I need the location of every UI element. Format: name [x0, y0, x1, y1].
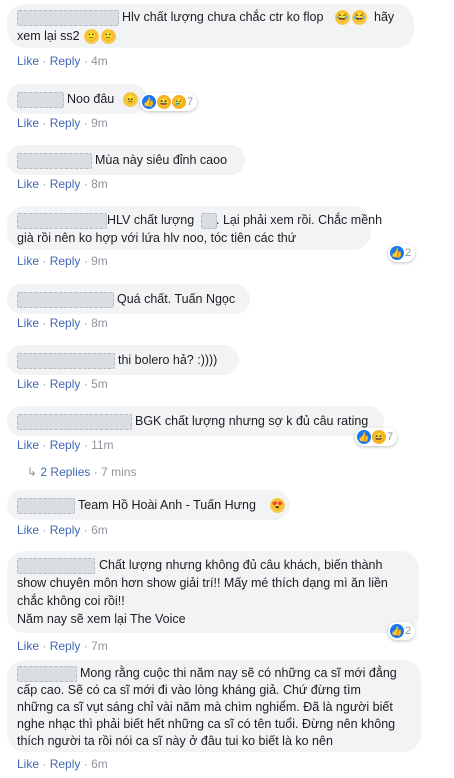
- reaction-count: 2: [405, 625, 412, 637]
- comment-text: thích người ta rồi nói ca sĩ này ở đâu t…: [17, 734, 333, 748]
- timestamp[interactable]: 4m: [91, 54, 108, 68]
- timestamp[interactable]: 6m: [91, 523, 108, 537]
- comment-text: BGK chất lượng nhưng sợ k đủ câu rating: [135, 414, 369, 428]
- redacted-author: [17, 292, 114, 308]
- smiling-emoji: 🙂: [101, 29, 116, 44]
- reaction-summary[interactable]: 👍 2: [388, 622, 416, 640]
- redacted-author: [17, 92, 64, 108]
- comment-text: Quá chất. Tuấn Ngọc: [117, 292, 236, 306]
- like-link[interactable]: Like: [17, 254, 39, 268]
- redacted-author: [17, 414, 132, 430]
- comment-text: chắc không coi rồi!!: [17, 594, 125, 608]
- redacted-author: [17, 153, 92, 169]
- timestamp[interactable]: 8m: [91, 316, 108, 330]
- comment-text: Noo đâu: [67, 92, 115, 106]
- like-link[interactable]: Like: [17, 316, 39, 330]
- comment-actions: Like · Reply · 5m: [17, 377, 108, 391]
- timestamp[interactable]: 6m: [91, 757, 108, 771]
- comment-text: HLV chất lượng: [107, 213, 195, 227]
- comment-text: Mùa này siêu đỉnh caoo: [95, 153, 228, 167]
- redacted-author: [17, 10, 119, 26]
- like-link[interactable]: Like: [17, 523, 39, 537]
- reply-link[interactable]: Reply: [50, 377, 81, 391]
- reaction-count: 2: [405, 247, 412, 259]
- view-replies-link[interactable]: ↳ 2 Replies · 7 mins: [27, 465, 136, 479]
- comment-text: Hlv chất lượng chưa chắc ctr ko flop: [122, 10, 324, 24]
- like-reaction-icon: 👍: [390, 246, 404, 260]
- redacted-word: [201, 213, 217, 229]
- comment-text: xem lại ss2: [17, 29, 80, 43]
- comment-text: những ca sĩ vụt sáng chỉ vài năm mà chìm…: [17, 700, 393, 714]
- haha-reaction-icon: 😆: [157, 95, 171, 109]
- comment-text: hãy: [374, 10, 395, 24]
- reply-link[interactable]: Reply: [50, 757, 81, 771]
- reaction-count: 7: [387, 431, 394, 443]
- reaction-summary[interactable]: 👍 2: [388, 244, 416, 262]
- replies-count[interactable]: 2 Replies: [40, 465, 90, 479]
- like-link[interactable]: Like: [17, 54, 39, 68]
- comment-text: Chất lượng nhưng không đủ câu khách, biế…: [99, 558, 383, 572]
- laughing-emoji: 😂: [352, 10, 367, 25]
- redacted-author: [17, 213, 107, 229]
- like-reaction-icon: 👍: [142, 95, 156, 109]
- comment-actions: Like · Reply · 8m: [17, 177, 108, 191]
- reply-link[interactable]: Reply: [50, 116, 81, 130]
- reply-link[interactable]: Reply: [50, 438, 81, 452]
- comment-text: Team Hồ Hoài Anh - Tuấn Hưng: [78, 498, 256, 512]
- reply-link[interactable]: Reply: [50, 523, 81, 537]
- comment-actions: Like · Reply · 6m: [17, 523, 108, 537]
- laughing-emoji: 😂: [335, 10, 350, 25]
- comment-actions: Like · Reply · 8m: [17, 316, 108, 330]
- timestamp[interactable]: 8m: [91, 177, 108, 191]
- comment-text: cấp cao. Sẽ có ca sĩ mới đi vào lòng khá…: [17, 683, 361, 697]
- heart-eyes-emoji: 😍: [270, 498, 285, 513]
- like-link[interactable]: Like: [17, 757, 39, 771]
- timestamp[interactable]: 9m: [91, 254, 108, 268]
- haha-reaction-icon: 😆: [372, 430, 386, 444]
- comment-actions: Like · Reply · 9m: [17, 254, 108, 268]
- replies-time: 7 mins: [101, 465, 137, 479]
- comment-text: show chuyên môn hơn show giải trí!! Mấy …: [17, 576, 388, 590]
- like-reaction-icon: 👍: [390, 624, 404, 638]
- sad-reaction-icon: 😢: [172, 95, 186, 109]
- redacted-author: [17, 558, 95, 574]
- reply-arrow-icon: ↳: [27, 465, 38, 479]
- redacted-author: [17, 353, 115, 369]
- redacted-author: [17, 498, 75, 514]
- reply-link[interactable]: Reply: [50, 316, 81, 330]
- timestamp[interactable]: 11m: [91, 438, 113, 452]
- comment-actions: Like · Reply · 11m: [17, 438, 114, 452]
- like-link[interactable]: Like: [17, 438, 39, 452]
- reaction-summary[interactable]: 👍 😆 7: [355, 428, 398, 446]
- comment-actions: Like · Reply · 6m: [17, 757, 108, 771]
- timestamp[interactable]: 9m: [91, 116, 108, 130]
- comment-text: Năm nay sẽ xem lại The Voice: [17, 612, 186, 626]
- comment-actions: Like · Reply · 4m: [17, 54, 108, 68]
- comment-actions: Like · Reply · 7m: [17, 639, 108, 653]
- redacted-author: [17, 666, 77, 682]
- reaction-count: 7: [187, 96, 194, 108]
- timestamp[interactable]: 5m: [91, 377, 108, 391]
- comment-text: Mong rằng cuộc thi năm nay sẽ có những c…: [80, 666, 397, 680]
- like-link[interactable]: Like: [17, 639, 39, 653]
- angry-emoji: 😠: [123, 92, 138, 107]
- comment-text: nghe nhạc thì phải biết hết những ca sĩ …: [17, 717, 396, 731]
- reply-link[interactable]: Reply: [50, 177, 81, 191]
- smiling-emoji: 🙂: [84, 29, 99, 44]
- reply-link[interactable]: Reply: [50, 54, 81, 68]
- like-link[interactable]: Like: [17, 177, 39, 191]
- reply-link[interactable]: Reply: [50, 254, 81, 268]
- comment-text: . Lại phải xem rồi. Chắc mềnh: [216, 213, 383, 227]
- reply-link[interactable]: Reply: [50, 639, 81, 653]
- comment-actions: Like · Reply · 9m: [17, 116, 108, 130]
- timestamp[interactable]: 7m: [91, 639, 108, 653]
- comment-text: già rồi nên ko hợp với lứa hlv noo, tóc …: [17, 231, 297, 245]
- like-link[interactable]: Like: [17, 377, 39, 391]
- reaction-summary[interactable]: 👍 😆 😢 7: [140, 93, 198, 111]
- like-link[interactable]: Like: [17, 116, 39, 130]
- comment-text: thi bolero hả? :)))): [118, 353, 218, 367]
- like-reaction-icon: 👍: [357, 430, 371, 444]
